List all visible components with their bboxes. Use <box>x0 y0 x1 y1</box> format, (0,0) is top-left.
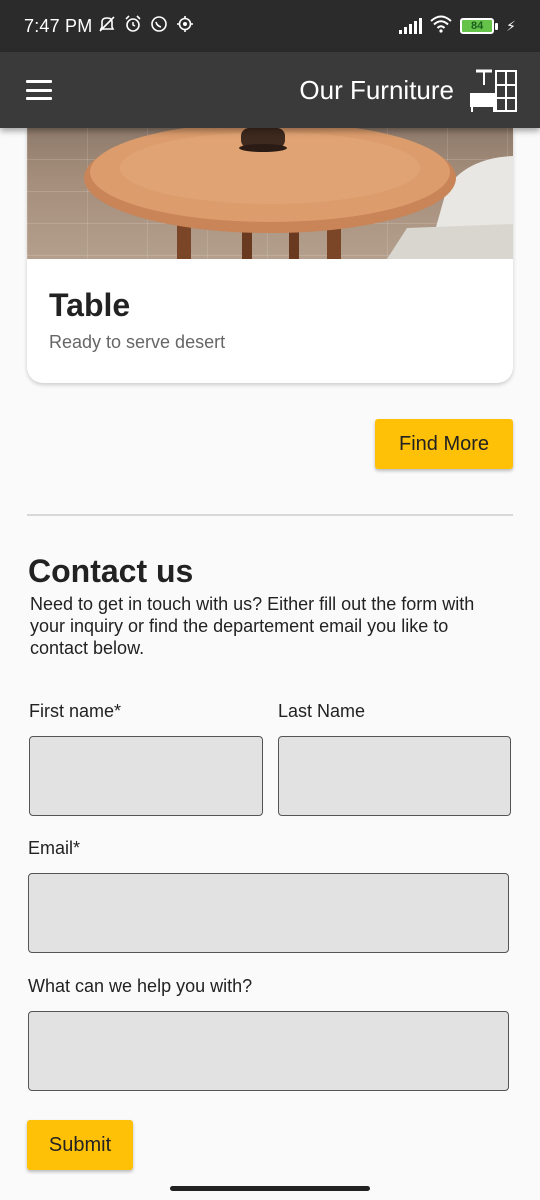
email-label: Email* <box>28 838 81 858</box>
contact-title: Contact us <box>28 553 194 589</box>
section-divider <box>27 514 513 516</box>
email-input[interactable] <box>28 873 509 953</box>
last-name-input[interactable] <box>278 736 511 816</box>
settings-icon <box>176 15 194 38</box>
submit-button[interactable]: Submit <box>27 1120 133 1170</box>
help-label: What can we help you with? <box>28 976 253 996</box>
battery-icon: 84 <box>460 18 499 34</box>
wifi-icon <box>430 15 452 38</box>
first-name-input[interactable] <box>29 736 263 816</box>
battery-level: 84 <box>471 20 484 32</box>
first-name-label: First name* <box>29 701 122 721</box>
status-icons-right: 84 ⚡ <box>399 15 516 38</box>
charging-icon: ⚡ <box>506 17 516 34</box>
card-subtitle: Ready to serve desert <box>49 332 226 352</box>
status-time: 7:47 PM <box>24 15 93 36</box>
mute-icon <box>98 15 116 38</box>
status-icons-left <box>98 14 194 38</box>
app-bar: Our Furniture <box>0 52 540 128</box>
signal-icon <box>399 18 423 34</box>
card-title: Table <box>49 287 131 323</box>
home-indicator[interactable] <box>170 1186 370 1191</box>
product-image <box>27 128 513 259</box>
find-more-button[interactable]: Find More <box>375 419 513 469</box>
product-card[interactable]: Table Ready to serve desert <box>27 128 513 383</box>
alarm-icon <box>124 14 142 38</box>
status-bar: 7:47 PM 84 ⚡ <box>0 0 540 52</box>
help-input[interactable] <box>28 1011 509 1091</box>
last-name-label: Last Name <box>278 701 366 721</box>
whatsapp-icon <box>150 15 168 38</box>
hamburger-menu-icon[interactable] <box>26 80 52 100</box>
contact-description: Need to get in touch with us? Either fil… <box>30 594 475 658</box>
app-title: Our Furniture <box>299 74 454 105</box>
furniture-logo-icon <box>470 69 517 112</box>
